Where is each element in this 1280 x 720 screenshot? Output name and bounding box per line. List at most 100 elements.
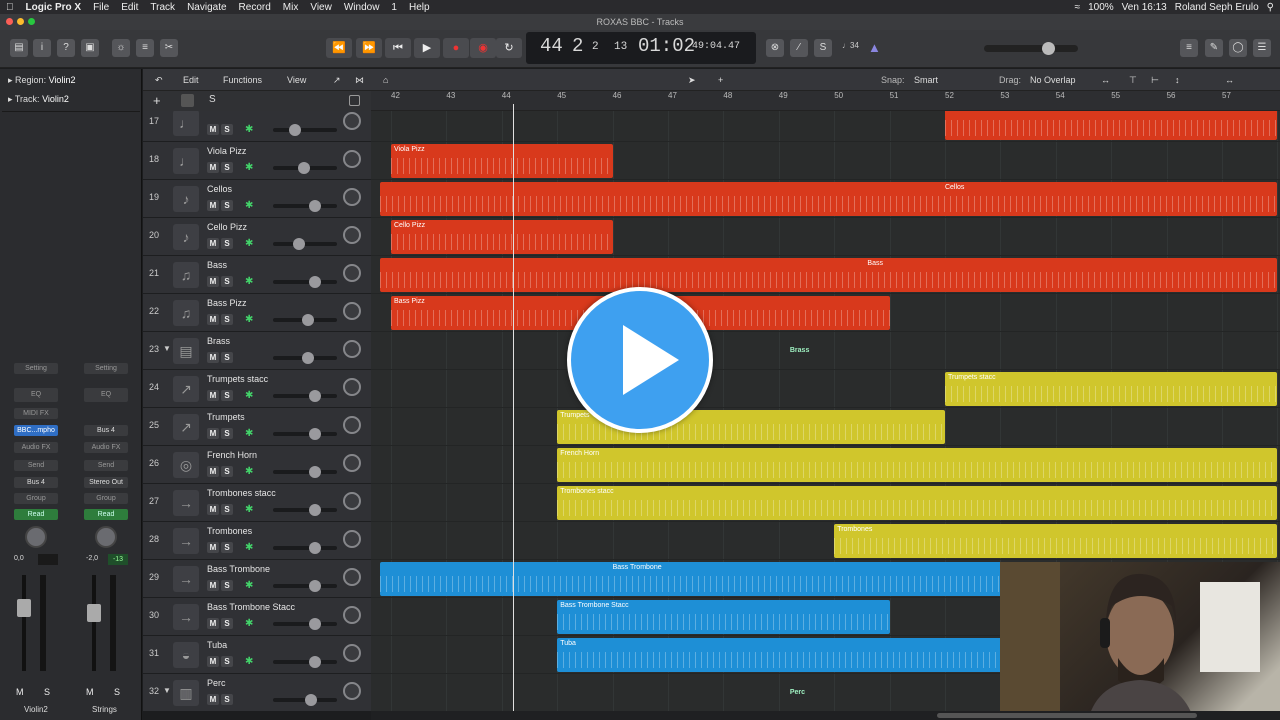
- video-play-button[interactable]: [567, 287, 713, 433]
- solo-button[interactable]: S: [221, 428, 233, 439]
- track-row[interactable]: 22 ♫ Bass Pizz M S ✱: [143, 294, 371, 332]
- play-button[interactable]: ▶: [414, 38, 440, 58]
- track-row[interactable]: 23 ▼ ▤ Brass M S: [143, 332, 371, 370]
- menu-edit[interactable]: Edit: [115, 2, 144, 13]
- volume-knob[interactable]: [302, 352, 315, 364]
- note-pad-icon[interactable]: ✎: [1205, 39, 1223, 57]
- pan-knob[interactable]: [343, 530, 361, 548]
- track-row[interactable]: 30 → Bass Trombone Stacc M S ✱: [143, 598, 371, 636]
- freeze-icon[interactable]: ✱: [245, 314, 257, 325]
- library-icon[interactable]: ▤: [10, 39, 28, 57]
- add-track-button[interactable]: +: [153, 93, 161, 108]
- folder-disclosure-icon[interactable]: ▼: [163, 686, 171, 695]
- midi-region[interactable]: Trumpets stacc: [945, 372, 1278, 406]
- eq-button[interactable]: EQ: [14, 388, 58, 402]
- scroll-thumb[interactable]: [937, 713, 1197, 718]
- mute-button[interactable]: M: [207, 656, 219, 667]
- freeze-icon[interactable]: ✱: [245, 162, 257, 173]
- solo-button[interactable]: S: [221, 162, 233, 173]
- freeze-icon[interactable]: ✱: [245, 466, 257, 477]
- midi-region[interactable]: Bass Trombone Stacc: [557, 600, 890, 634]
- playhead[interactable]: [512, 104, 514, 711]
- volume-knob[interactable]: [309, 200, 322, 212]
- mute-button[interactable]: M: [207, 542, 219, 553]
- volume-fader-track[interactable]: [92, 575, 96, 671]
- volume-knob[interactable]: [309, 428, 322, 440]
- send-slot[interactable]: Send: [14, 460, 58, 471]
- midi-region[interactable]: [945, 111, 1278, 140]
- mute-button[interactable]: M: [207, 428, 219, 439]
- automation-mode[interactable]: Read: [14, 509, 58, 520]
- catch-icon[interactable]: ↶: [155, 69, 163, 91]
- rewind-button[interactable]: ⏪: [326, 38, 352, 58]
- menu-mix[interactable]: Mix: [277, 2, 305, 13]
- pan-knob[interactable]: [343, 454, 361, 472]
- track-row[interactable]: 19 ♪ Cellos M S ✱: [143, 180, 371, 218]
- track-name[interactable]: Brass: [207, 336, 230, 346]
- volume-slider[interactable]: [273, 466, 337, 478]
- pan-knob[interactable]: [343, 682, 361, 700]
- solo-button[interactable]: S: [221, 352, 233, 363]
- solo-button[interactable]: S: [221, 504, 233, 515]
- track-row[interactable]: 20 ♪ Cello Pizz M S ✱: [143, 218, 371, 256]
- pan-knob[interactable]: [343, 568, 361, 586]
- cycle-button[interactable]: ↻: [496, 38, 522, 58]
- volume-knob[interactable]: [309, 390, 322, 402]
- track-name[interactable]: Bass Pizz: [207, 298, 247, 308]
- solo-button[interactable]: S: [44, 687, 50, 697]
- menu-track[interactable]: Track: [144, 2, 181, 13]
- capture-record-button[interactable]: ◉: [470, 38, 496, 58]
- pan-knob[interactable]: [343, 606, 361, 624]
- align-icon[interactable]: ⊤: [1129, 69, 1137, 91]
- disclosure-icon[interactable]: ▸: [8, 75, 13, 85]
- track-row[interactable]: 21 ♫ Bass M S ✱: [143, 256, 371, 294]
- region-inspector-header[interactable]: ▸ Region: Violin2: [0, 71, 142, 89]
- midi-region[interactable]: Bass: [379, 258, 1278, 292]
- track-name[interactable]: Trombones: [207, 526, 252, 536]
- solo-button[interactable]: S: [221, 200, 233, 211]
- eq-button[interactable]: EQ: [84, 388, 128, 402]
- help-icon[interactable]: ?: [57, 39, 75, 57]
- automation-mode[interactable]: Read: [84, 509, 128, 520]
- volume-knob[interactable]: [309, 466, 322, 478]
- volume-knob[interactable]: [309, 542, 322, 554]
- volume-slider[interactable]: [273, 238, 337, 250]
- solo-button[interactable]: S: [221, 656, 233, 667]
- record-button[interactable]: ●: [443, 38, 469, 58]
- volume-slider[interactable]: [273, 656, 337, 668]
- volume-slider[interactable]: [273, 200, 337, 212]
- flex-icon[interactable]: ⋈: [355, 69, 364, 91]
- functions-menu[interactable]: Functions: [223, 69, 262, 91]
- volume-knob[interactable]: [309, 618, 322, 630]
- volume-slider[interactable]: [273, 352, 337, 364]
- solo-button[interactable]: S: [221, 618, 233, 629]
- freeze-icon[interactable]: ✱: [245, 580, 257, 591]
- horizontal-zoom-icon[interactable]: ↔: [1225, 69, 1234, 91]
- solo-button[interactable]: S: [114, 687, 120, 697]
- solo-icon[interactable]: S: [814, 39, 832, 57]
- volume-fader[interactable]: [87, 604, 101, 622]
- menu-navigate[interactable]: Navigate: [181, 2, 232, 13]
- master-volume-slider[interactable]: [984, 42, 1078, 55]
- mute-button[interactable]: M: [207, 694, 219, 705]
- volume-slider[interactable]: [273, 276, 337, 288]
- metronome-icon[interactable]: ▲: [868, 40, 881, 55]
- split-icon[interactable]: ⊢: [1151, 69, 1159, 91]
- setting-button[interactable]: Setting: [84, 363, 128, 374]
- pan-knob[interactable]: [343, 188, 361, 206]
- count-in[interactable]: ♩34: [842, 41, 859, 50]
- output-slot[interactable]: Bus 4: [14, 477, 58, 488]
- track-row[interactable]: 25 ↗ Trumpets M S ✱: [143, 408, 371, 446]
- track-name[interactable]: Trumpets: [207, 412, 245, 422]
- toolbar-icon[interactable]: ▣: [81, 39, 99, 57]
- track-row[interactable]: 18 ♩ Viola Pizz M S ✱: [143, 142, 371, 180]
- freeze-icon[interactable]: ✱: [245, 200, 257, 211]
- track-row[interactable]: 17 ♩ M S ✱: [143, 111, 371, 142]
- volume-knob[interactable]: [305, 694, 318, 706]
- pan-knob[interactable]: [343, 264, 361, 282]
- global-solo-button[interactable]: S: [209, 94, 216, 105]
- volume-knob[interactable]: [309, 504, 322, 516]
- mixer-icon[interactable]: ≡: [136, 39, 154, 57]
- send-slot[interactable]: Send: [84, 460, 128, 471]
- solo-button[interactable]: S: [221, 276, 233, 287]
